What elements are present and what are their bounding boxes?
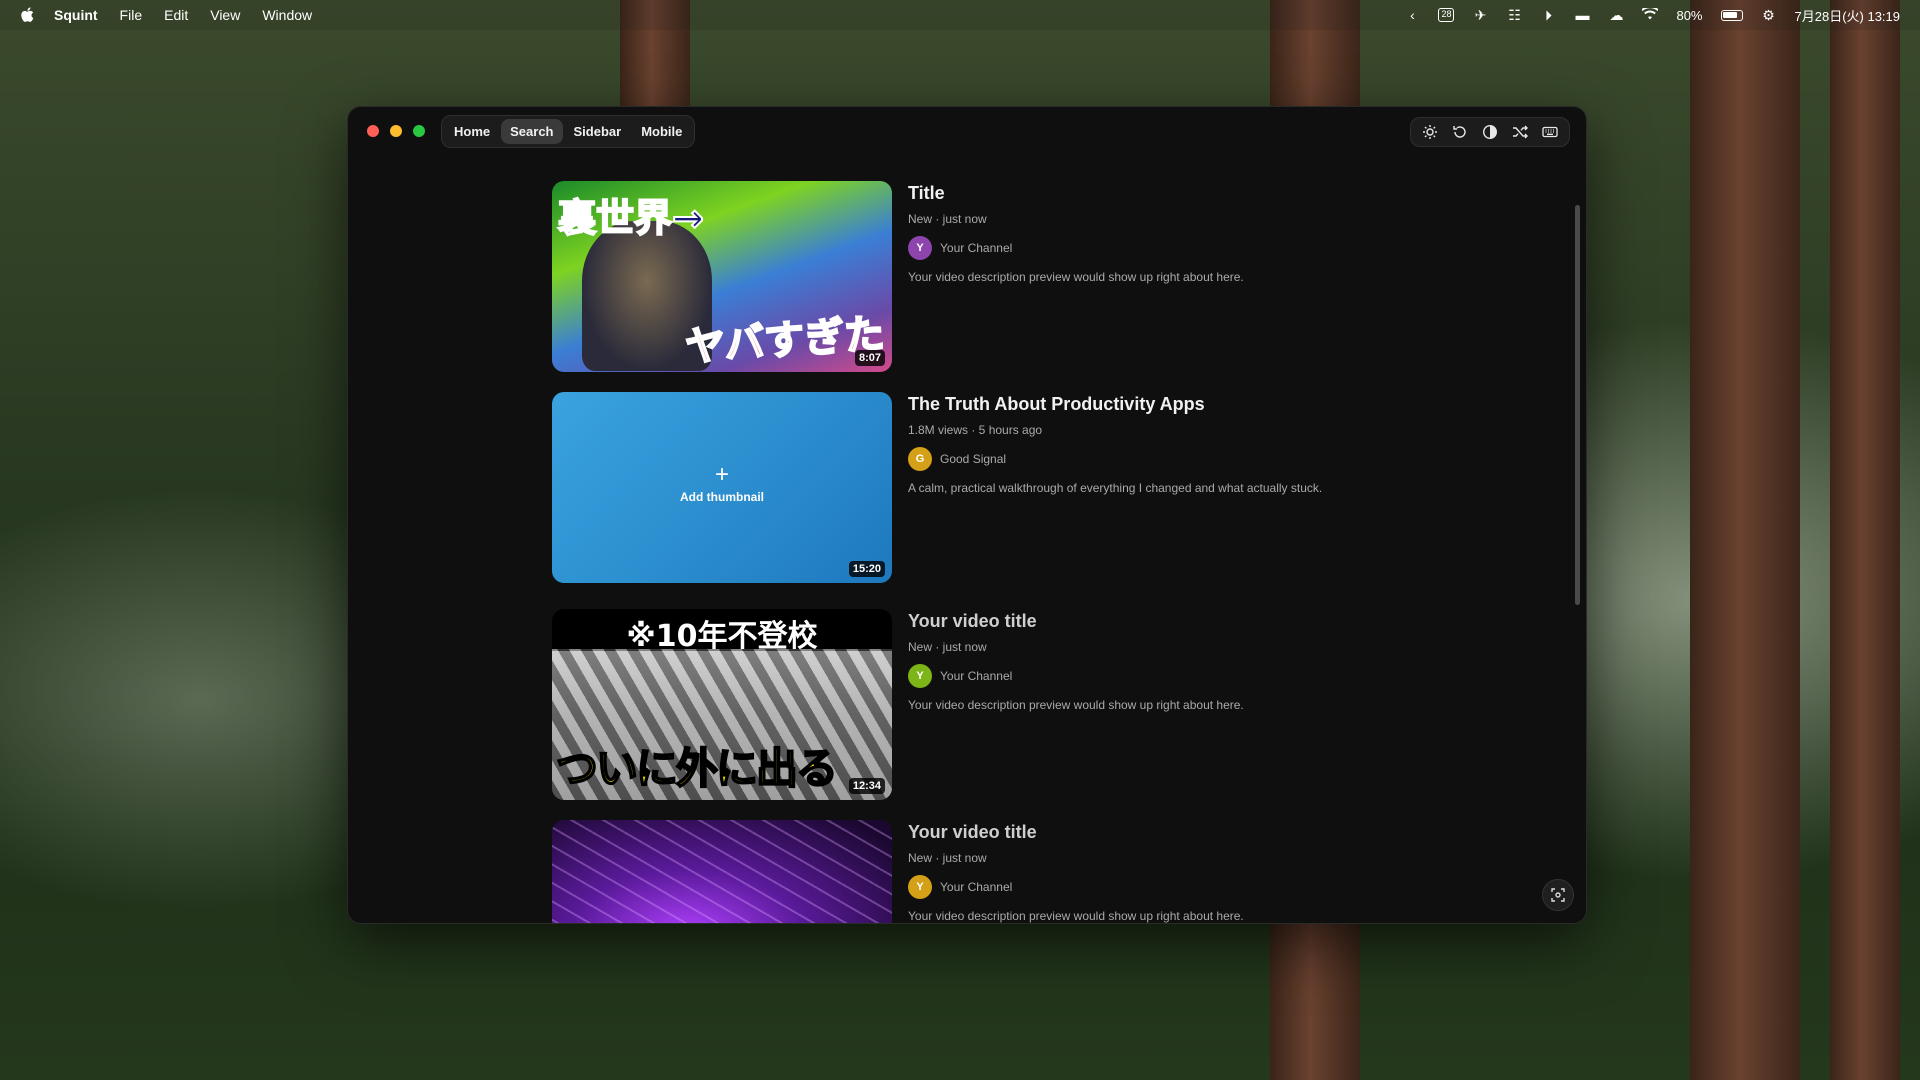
video-title[interactable]: Your video title [908, 611, 1244, 632]
video-meta: Your video title New · just now Y Your C… [908, 820, 1244, 923]
video-title[interactable]: Your video title [908, 822, 1244, 843]
scrollbar[interactable] [1575, 205, 1580, 605]
zoom-button[interactable] [413, 125, 425, 137]
channel-name: Your Channel [940, 880, 1013, 894]
channel-name: Your Channel [940, 241, 1013, 255]
minimize-button[interactable] [390, 125, 402, 137]
channel-name: Your Channel [940, 669, 1013, 683]
channel-row[interactable]: Y Your Channel [908, 875, 1244, 899]
thumbnail-text-top: 裏世界→ [557, 195, 705, 241]
neon-structure [552, 820, 892, 923]
avatar: Y [908, 236, 932, 260]
shuffle-icon[interactable] [1509, 121, 1531, 143]
video-result[interactable]: 裏世界→ ヤバすぎた 8:07 Title New · just now Y Y… [552, 181, 1244, 372]
display-icon[interactable]: ▬ [1574, 8, 1590, 22]
channel-row[interactable]: Y Your Channel [908, 664, 1244, 688]
toolbar [1410, 117, 1570, 147]
video-duration: 8:07 [854, 350, 885, 366]
video-thumbnail[interactable] [552, 820, 892, 923]
bird-icon[interactable]: ✈ [1472, 8, 1488, 22]
focus-mode-button[interactable] [1542, 879, 1574, 911]
apple-icon[interactable] [20, 7, 34, 23]
checklist-icon[interactable]: ☷ [1506, 8, 1522, 22]
contrast-icon[interactable] [1479, 121, 1501, 143]
channel-name: Good Signal [940, 452, 1007, 466]
video-duration: 12:34 [848, 778, 885, 794]
menu-bar: Squint File Edit View Window ‹ 28 ✈ ☷ ⏵ … [0, 0, 1920, 30]
app-name-menu[interactable]: Squint [54, 7, 98, 23]
plus-icon: + [714, 461, 729, 488]
battery-icon[interactable] [1720, 9, 1743, 21]
tab-sidebar[interactable]: Sidebar [565, 119, 631, 144]
tab-search[interactable]: Search [501, 118, 563, 144]
video-description: Your video description preview would sho… [908, 909, 1244, 923]
battery-percent: 80% [1676, 7, 1703, 23]
video-meta: The Truth About Productivity Apps 1.8M v… [908, 392, 1322, 583]
video-thumbnail[interactable]: 裏世界→ ヤバすぎた 8:07 [552, 181, 892, 372]
video-duration: 15:20 [848, 561, 885, 577]
video-title[interactable]: Title [908, 183, 1244, 204]
tree-trunk [1690, 0, 1800, 1080]
menu-edit[interactable]: Edit [164, 7, 188, 23]
video-description: Your video description preview would sho… [908, 270, 1244, 284]
avatar: G [908, 447, 932, 471]
clock[interactable]: 7月28日(火) 13:19 [1795, 6, 1901, 25]
sun-icon[interactable] [1419, 121, 1441, 143]
view-nav: Home Search Sidebar Mobile [441, 114, 696, 148]
chevron-left-icon[interactable]: ‹ [1404, 8, 1420, 22]
video-result[interactable]: + Add thumbnail 15:20 The Truth About Pr… [552, 392, 1322, 583]
video-meta: Title New · just now Y Your Channel Your… [908, 181, 1244, 372]
video-stats: New · just now [908, 212, 987, 226]
video-result[interactable]: Your video title New · just now Y Your C… [552, 820, 1244, 923]
video-result[interactable]: ※10年不登校 ついに外に出る 12:34 Your video title N… [552, 609, 1244, 800]
tree-trunk [1830, 0, 1900, 1080]
title-bar: Home Search Sidebar Mobile [348, 107, 1586, 155]
channel-row[interactable]: Y Your Channel [908, 236, 1244, 260]
video-description: Your video description preview would sho… [908, 698, 1244, 712]
tab-home[interactable]: Home [445, 119, 499, 144]
avatar: Y [908, 664, 932, 688]
video-stats: 1.8M views · 5 hours ago [908, 423, 1043, 437]
keyboard-icon[interactable] [1539, 121, 1561, 143]
app-window: Home Search Sidebar Mobile 裏世界→ ヤバすぎた 8:… [347, 106, 1587, 924]
add-thumbnail-label: Add thumbnail [680, 490, 764, 504]
tab-mobile[interactable]: Mobile [632, 119, 691, 144]
thumbnail-text-top: ※10年不登校 [626, 619, 818, 654]
menu-view[interactable]: View [210, 7, 240, 23]
video-stats: New · just now [908, 640, 987, 654]
wifi-icon[interactable] [1641, 6, 1660, 22]
rotate-icon[interactable] [1449, 121, 1471, 143]
cloud-icon[interactable]: ☁ [1608, 8, 1624, 22]
video-thumbnail[interactable]: + Add thumbnail 15:20 [552, 392, 892, 583]
calendar-icon[interactable]: 28 [1438, 8, 1455, 22]
video-stats: New · just now [908, 851, 987, 865]
search-results: 裏世界→ ヤバすぎた 8:07 Title New · just now Y Y… [348, 155, 1586, 923]
video-meta: Your video title New · just now Y Your C… [908, 609, 1244, 800]
video-title[interactable]: The Truth About Productivity Apps [908, 394, 1322, 415]
thumbnail-text-bottom: ついに外に出る [555, 743, 839, 794]
video-description: A calm, practical walkthrough of everyth… [908, 481, 1323, 495]
control-center-icon[interactable]: ⚙ [1761, 8, 1777, 22]
avatar: Y [908, 875, 932, 899]
channel-row[interactable]: G Good Signal [908, 447, 1322, 471]
traffic-lights [367, 125, 425, 137]
play-circle-icon[interactable]: ⏵ [1540, 8, 1556, 22]
add-thumbnail-button[interactable]: + Add thumbnail [552, 461, 892, 505]
video-thumbnail[interactable]: ※10年不登校 ついに外に出る 12:34 [552, 609, 892, 800]
close-button[interactable] [367, 125, 379, 137]
menu-file[interactable]: File [120, 7, 143, 23]
menu-window[interactable]: Window [262, 7, 312, 23]
